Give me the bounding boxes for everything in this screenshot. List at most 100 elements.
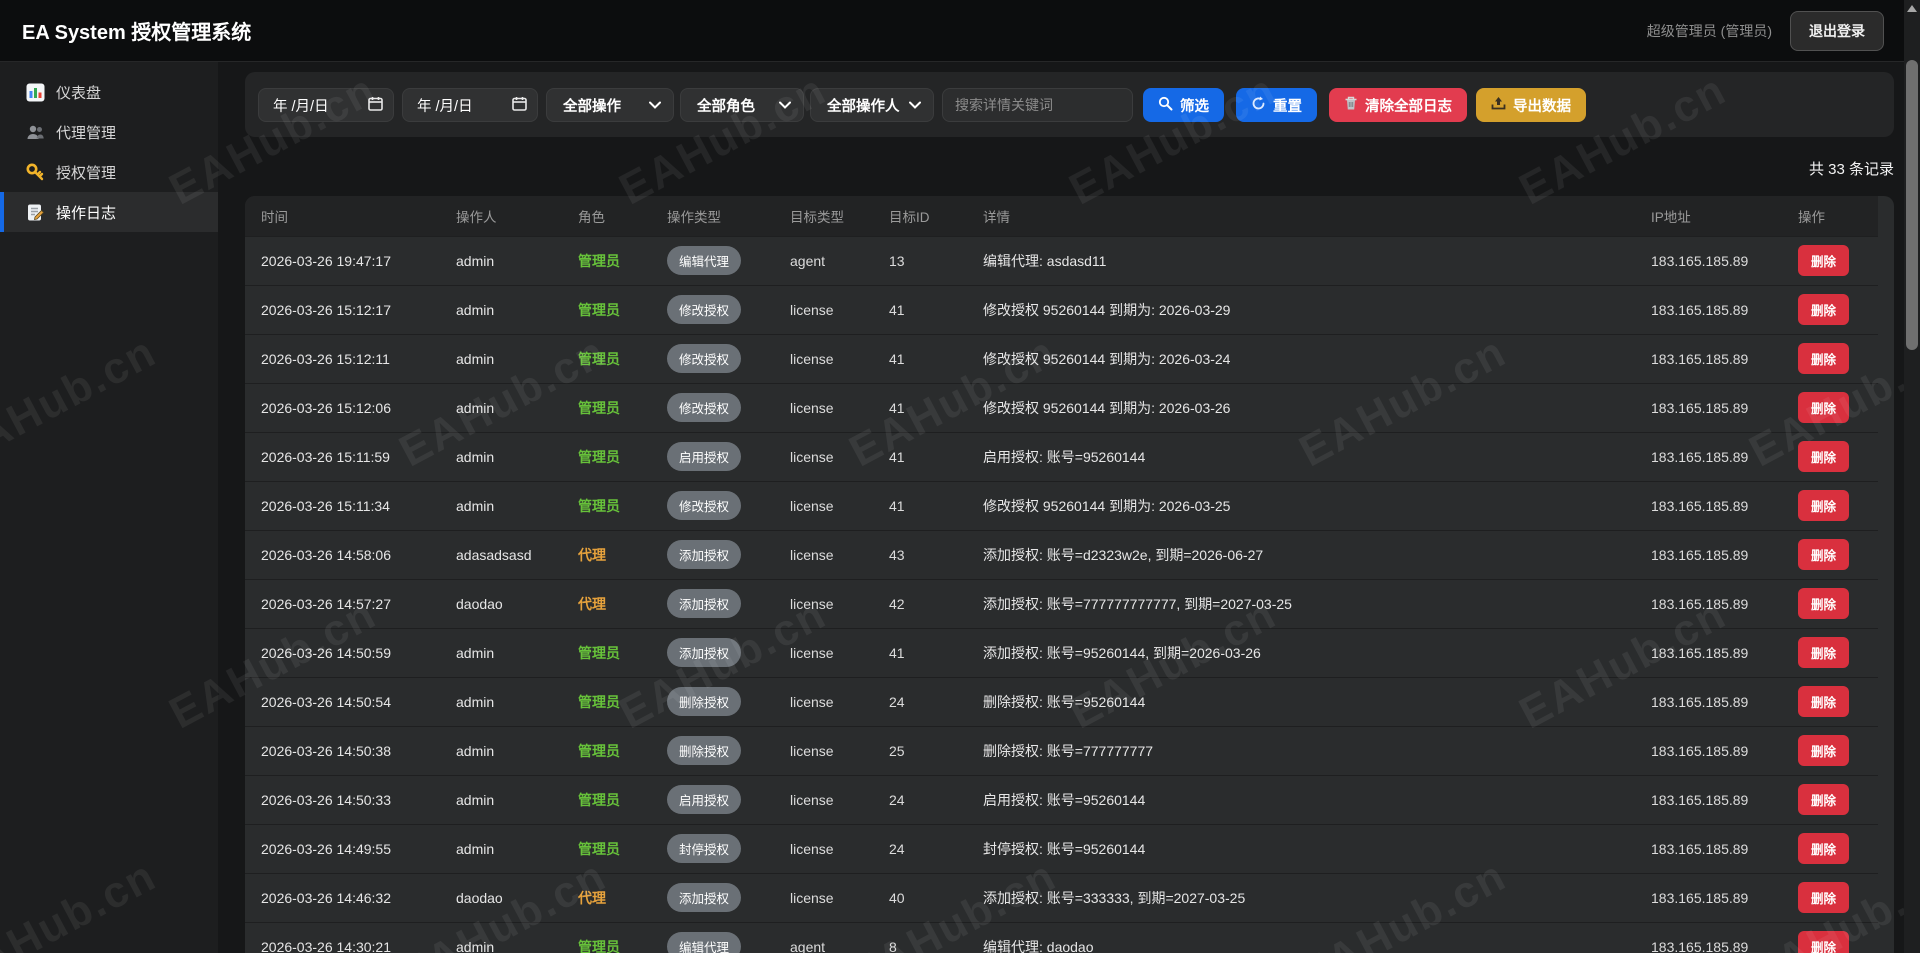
action-type-cell: 封停授权 <box>667 823 790 873</box>
operator-cell: admin <box>456 823 578 873</box>
target-id-cell: 25 <box>889 725 983 775</box>
table-row: 2026-03-26 14:58:06 adasadsasd 代理 添加授权 licen… <box>245 529 1878 579</box>
action-type-cell: 修改授权 <box>667 333 790 383</box>
current-user-label: 超级管理员 (管理员) <box>1646 22 1772 39</box>
target-type-cell: license <box>790 725 889 775</box>
table-row: 2026-03-26 15:11:34 admin 管理员 修改授权 license 41… <box>245 480 1878 530</box>
date-start-value: 年 /月/日 <box>273 98 329 115</box>
chevron-down-icon <box>649 97 661 113</box>
role-cell: 管理员 <box>578 431 667 481</box>
action-type-badge: 启用授权 <box>667 785 742 814</box>
table-row: 2026-03-26 14:46:32 daodao 代理 添加授权 license 40… <box>245 872 1878 922</box>
table-row: 2026-03-26 15:11:59 admin 管理员 启用授权 license 41… <box>245 431 1878 481</box>
sidebar-item-agents[interactable]: 代理管理 <box>0 112 218 152</box>
filter-button[interactable]: 筛选 <box>1143 88 1224 122</box>
ip-cell: 183.165.185.89 <box>1651 725 1798 775</box>
target-type-cell: license <box>790 627 889 677</box>
clear-logs-button-label: 清除全部日志 <box>1365 98 1452 115</box>
time-cell: 2026-03-26 14:49:55 <box>245 823 456 873</box>
role-cell: 管理员 <box>578 235 667 285</box>
scrollbar-up-arrow[interactable] <box>1907 5 1917 12</box>
column-header: 操作人 <box>456 196 578 236</box>
detail-cell: 添加授权: 账号=d2323w2e, 到期=2026-06-27 <box>983 529 1651 579</box>
role-cell: 管理员 <box>578 627 667 677</box>
role-cell: 管理员 <box>578 480 667 530</box>
action-cell: 删除 <box>1798 431 1878 481</box>
table-row: 2026-03-26 14:30:21 admin 管理员 编辑代理 agent 8 编辑代… <box>245 921 1878 953</box>
operation-type-select[interactable]: 全部操作 <box>546 88 674 122</box>
role-label: 管理员 <box>578 350 620 367</box>
action-type-badge: 添加授权 <box>667 540 742 569</box>
delete-button[interactable]: 删除 <box>1798 637 1850 668</box>
delete-button[interactable]: 删除 <box>1798 735 1850 766</box>
delete-button[interactable]: 删除 <box>1798 392 1850 423</box>
detail-cell: 添加授权: 账号=777777777777, 到期=2027-03-25 <box>983 578 1651 628</box>
role-label: 管理员 <box>578 693 620 710</box>
scrollbar-thumb[interactable] <box>1906 60 1918 350</box>
target-type-cell: agent <box>790 235 889 285</box>
clear-logs-button[interactable]: 清除全部日志 <box>1329 88 1467 122</box>
target-type-cell: agent <box>790 921 889 953</box>
role-select[interactable]: 全部角色 <box>680 88 804 122</box>
sidebar-item-dashboard[interactable]: 仪表盘 <box>0 72 218 112</box>
role-cell: 管理员 <box>578 725 667 775</box>
logs-table-card: 时间 操作人 角色 操作类型 目标类型 目标ID 详情 IP地址 操作 2026-03-26 1… <box>245 196 1894 953</box>
action-type-cell: 添加授权 <box>667 627 790 677</box>
date-end-input[interactable]: 年 /月/日 <box>402 88 538 122</box>
delete-button[interactable]: 删除 <box>1798 294 1850 325</box>
delete-button[interactable]: 删除 <box>1798 588 1850 619</box>
role-label: 管理员 <box>578 301 620 318</box>
export-button[interactable]: 导出数据 <box>1476 88 1586 122</box>
column-header: 目标ID <box>889 196 983 236</box>
delete-button[interactable]: 删除 <box>1798 490 1850 521</box>
time-cell: 2026-03-26 14:58:06 <box>245 529 456 579</box>
target-type-cell: license <box>790 676 889 726</box>
ip-cell: 183.165.185.89 <box>1651 872 1798 922</box>
dashboard-icon <box>26 83 45 102</box>
delete-button[interactable]: 删除 <box>1798 931 1850 953</box>
vertical-scrollbar[interactable] <box>1904 0 1920 953</box>
delete-button[interactable]: 删除 <box>1798 833 1850 864</box>
sidebar-item-licenses[interactable]: 授权管理 <box>0 152 218 192</box>
operator-select-value: 全部操作人 <box>827 98 900 115</box>
delete-button[interactable]: 删除 <box>1798 686 1850 717</box>
role-label: 管理员 <box>578 644 620 661</box>
role-cell: 代理 <box>578 872 667 922</box>
logs-table: 时间 操作人 角色 操作类型 目标类型 目标ID 详情 IP地址 操作 2026-03-26 1… <box>245 196 1878 953</box>
role-label: 管理员 <box>578 791 620 808</box>
action-cell: 删除 <box>1798 382 1878 432</box>
calendar-icon[interactable] <box>512 96 527 115</box>
time-cell: 2026-03-26 14:50:59 <box>245 627 456 677</box>
delete-button[interactable]: 删除 <box>1798 245 1850 276</box>
target-id-cell: 13 <box>889 235 983 285</box>
sidebar-item-operation-logs[interactable]: 操作日志 <box>0 192 218 232</box>
column-header: 时间 <box>245 196 456 236</box>
reset-button-label: 重置 <box>1273 98 1302 115</box>
date-start-input[interactable]: 年 /月/日 <box>258 88 394 122</box>
reset-button[interactable]: 重置 <box>1236 88 1317 122</box>
role-cell: 管理员 <box>578 774 667 824</box>
calendar-icon[interactable] <box>368 96 383 115</box>
time-cell: 2026-03-26 15:11:59 <box>245 431 456 481</box>
magnifier-icon <box>1158 96 1173 115</box>
time-cell: 2026-03-26 19:47:17 <box>245 235 456 285</box>
operator-cell: admin <box>456 725 578 775</box>
logout-button[interactable]: 退出登录 <box>1790 10 1884 51</box>
top-bar: EA System 授权管理系统 超级管理员 (管理员) 退出登录 <box>0 0 1920 62</box>
role-label: 管理员 <box>578 448 620 465</box>
ip-cell: 183.165.185.89 <box>1651 333 1798 383</box>
ip-cell: 183.165.185.89 <box>1651 676 1798 726</box>
delete-button[interactable]: 删除 <box>1798 343 1850 374</box>
role-select-value: 全部角色 <box>697 98 755 115</box>
role-label: 管理员 <box>578 742 620 759</box>
action-cell: 删除 <box>1798 529 1878 579</box>
delete-button[interactable]: 删除 <box>1798 539 1850 570</box>
delete-button[interactable]: 删除 <box>1798 882 1850 913</box>
delete-button[interactable]: 删除 <box>1798 784 1850 815</box>
operator-select[interactable]: 全部操作人 <box>810 88 934 122</box>
table-row: 2026-03-26 14:50:38 admin 管理员 删除授权 license 25… <box>245 725 1878 775</box>
action-type-badge: 封停授权 <box>667 834 742 863</box>
delete-button[interactable]: 删除 <box>1798 441 1850 472</box>
search-input[interactable] <box>942 88 1133 122</box>
action-type-badge: 修改授权 <box>667 393 742 422</box>
